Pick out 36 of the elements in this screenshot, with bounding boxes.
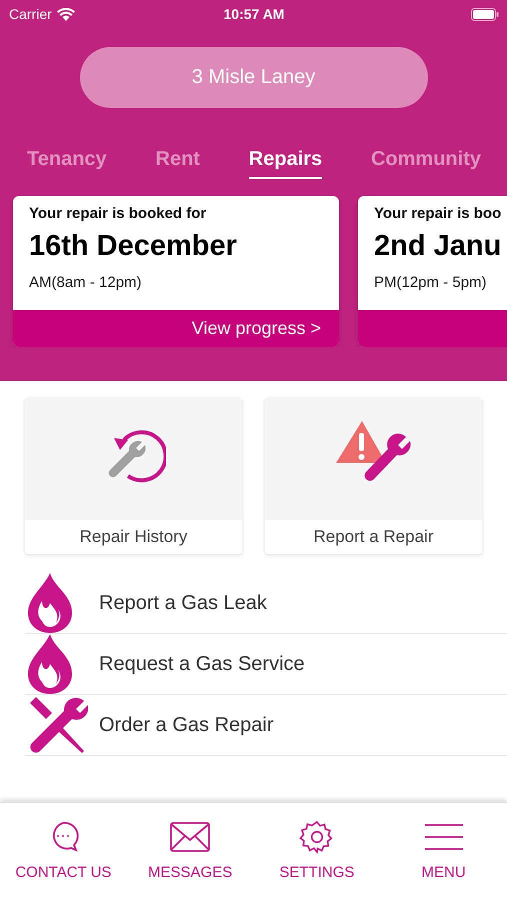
clock-time: 10:57 AM — [224, 6, 284, 22]
menu-icon — [424, 823, 463, 851]
settings-icon — [298, 819, 335, 855]
carrier-label: Carrier — [9, 6, 52, 22]
gas-action-row[interactable]: Request a Gas Service — [25, 634, 507, 695]
tools-icon — [28, 695, 88, 755]
booking-slot: AM(8am - 12pm) — [29, 274, 323, 291]
wifi-icon — [56, 8, 75, 20]
nav-item[interactable]: SETTINGS — [262, 819, 372, 900]
nav-item[interactable]: MENU — [388, 819, 499, 900]
tile-label: Repair History — [78, 526, 188, 548]
gas-action-row[interactable]: Order a Gas Repair — [25, 695, 507, 756]
booking-date: 16th December — [29, 230, 238, 263]
booking-date: 2nd Janu — [374, 230, 502, 263]
nav-label: CONTACT US — [15, 864, 112, 881]
repair-tile[interactable]: Report a Repair — [265, 398, 482, 554]
repair-tile[interactable]: Repair History — [25, 398, 242, 554]
nav-label: MENU — [422, 864, 466, 881]
booking-heading: Your repair is boo — [374, 205, 502, 222]
gas-action-row[interactable]: Report a Gas Leak — [25, 573, 507, 634]
nav-label: SETTINGS — [279, 864, 354, 881]
booking-heading: Your repair is booked for — [29, 205, 208, 222]
booking-slot: PM(12pm - 5pm) — [374, 274, 507, 291]
row-label: Request a Gas Service — [99, 652, 305, 676]
row-label: Order a Gas Repair — [99, 714, 274, 736]
battery-icon — [470, 8, 499, 20]
tile-label: Report a Repair — [312, 526, 434, 548]
nav-item[interactable]: CONTACT US — [8, 819, 118, 900]
nav-label: MESSAGES — [148, 864, 232, 881]
nav-item[interactable]: MESSAGES — [135, 819, 246, 900]
mail-icon — [170, 822, 210, 852]
row-label: Report a Gas Leak — [99, 592, 267, 614]
section-tab[interactable]: Repairs — [248, 148, 322, 179]
view-progress-link[interactable]: View progress > — [192, 318, 321, 339]
flame-icon — [28, 573, 72, 633]
flame-icon — [28, 634, 72, 694]
